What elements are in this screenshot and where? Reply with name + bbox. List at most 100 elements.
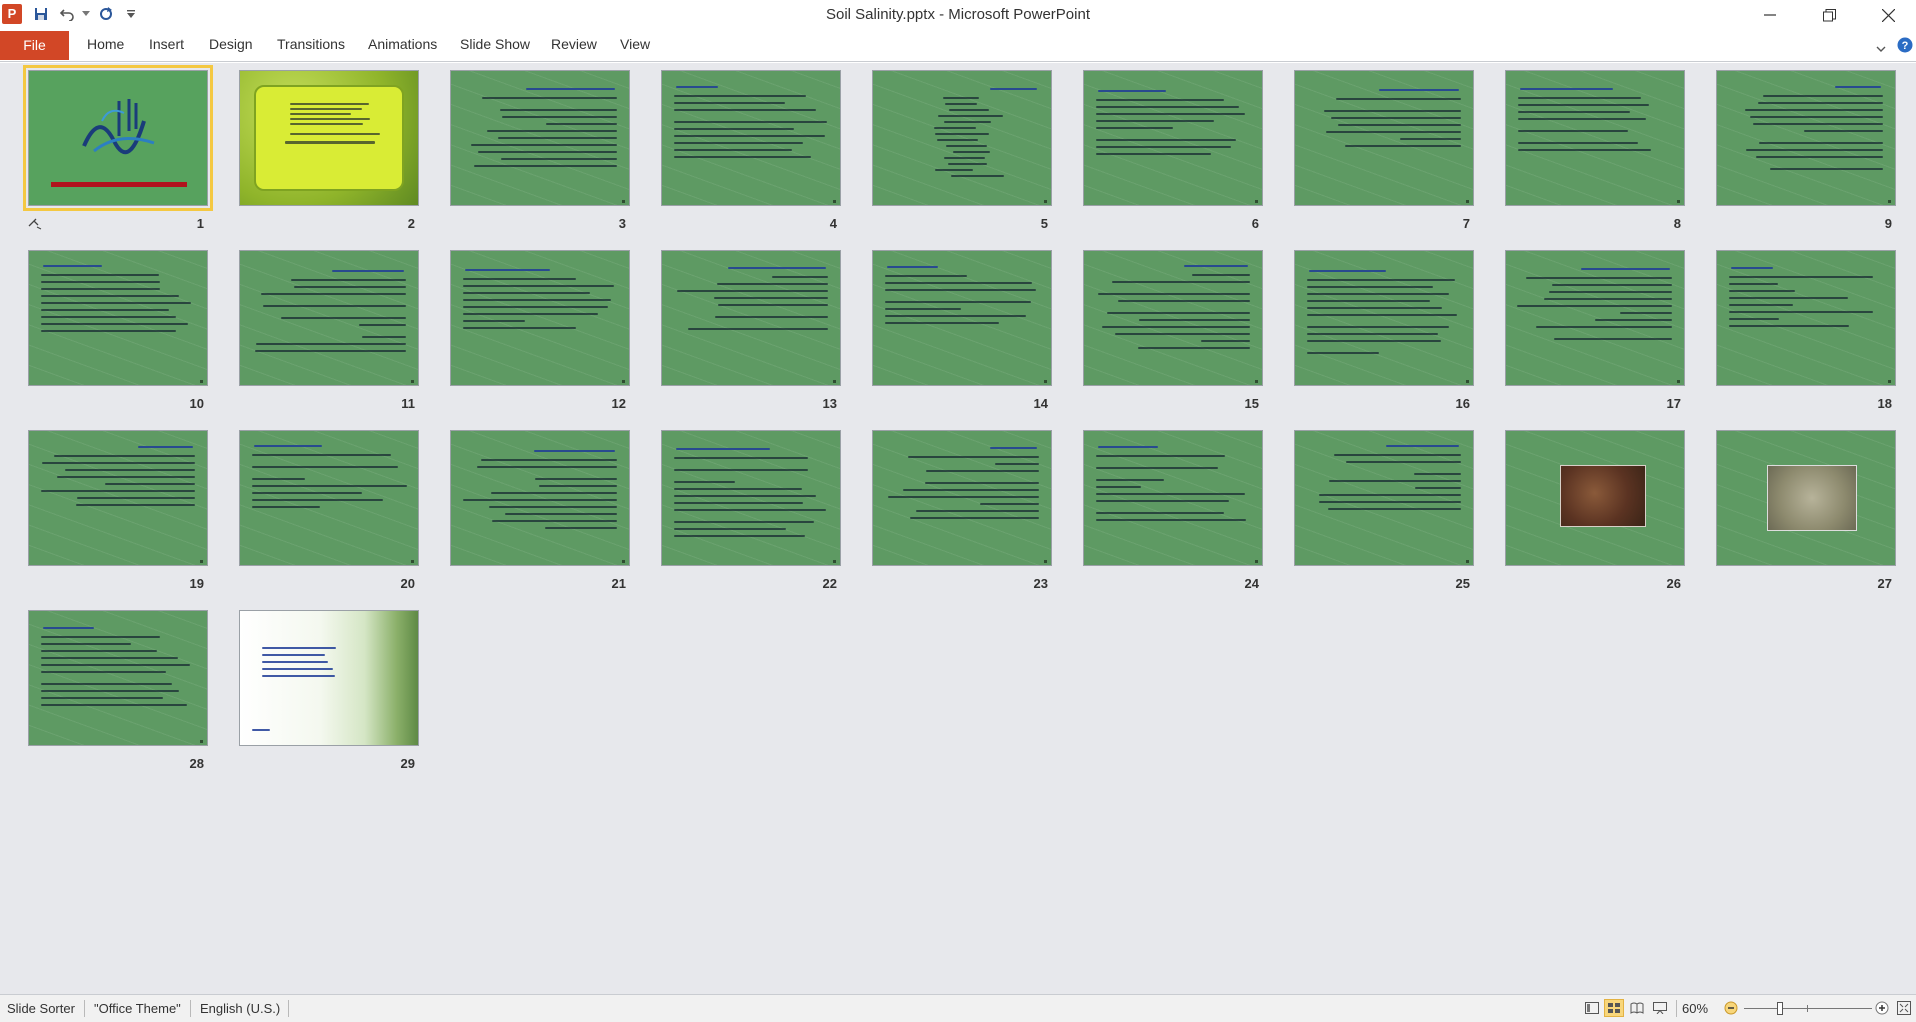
slide-text-line [41,330,177,332]
slide-number: 2 [407,216,415,231]
slide-number: 26 [1666,576,1681,591]
help-icon[interactable]: ? [1897,37,1913,58]
slide-text-line [41,295,180,297]
tab-design[interactable]: Design [209,36,253,52]
slide-text-line [980,503,1039,505]
slide-thumbnail[interactable] [239,610,419,746]
fit-to-window-icon[interactable] [1894,999,1914,1017]
slide-thumbnail[interactable] [450,430,630,566]
slide-number: 12 [611,396,626,411]
slide-text-line [538,485,617,487]
slide-thumbnail[interactable] [1505,250,1685,386]
normal-view-icon[interactable] [1582,999,1602,1017]
slide-thumbnail[interactable] [872,430,1052,566]
slide-text-line [937,115,1003,117]
slide-show-view-icon[interactable] [1650,999,1670,1017]
slide-text-line [1335,98,1461,100]
slide-text-line [1096,127,1173,129]
slide-text-line [262,675,335,677]
slide-text-line [476,466,617,468]
slide-text-line [1328,480,1461,482]
tab-view[interactable]: View [620,36,650,52]
slide-thumbnail[interactable] [28,610,208,746]
slide-text-line [281,317,406,319]
reading-view-icon[interactable] [1627,999,1647,1017]
slide-text-line [262,305,406,307]
zoom-out-icon[interactable] [1721,999,1741,1017]
zoom-slider-thumb[interactable] [1777,1002,1783,1015]
slide-thumbnail[interactable] [872,70,1052,206]
slide-text-line [290,123,364,125]
slide-number: 27 [1877,576,1892,591]
slide-thumbnail[interactable] [450,70,630,206]
slide-number: 9 [1884,216,1892,231]
tab-review[interactable]: Review [551,36,597,52]
close-icon[interactable] [1861,0,1915,30]
slide-text-line [41,650,158,652]
slide-heading [728,267,826,269]
slide-text-line [674,495,817,497]
zoom-in-icon[interactable] [1872,999,1892,1017]
slide-thumbnail[interactable] [23,65,213,211]
tab-slide-show[interactable]: Slide Show [460,36,530,52]
slide-number: 17 [1666,396,1681,411]
slide-thumbnail[interactable] [872,250,1052,386]
slide-text-line [41,683,172,685]
slide-thumbnail[interactable] [1505,430,1685,566]
slide-text-line [504,513,617,515]
slide-text-line [713,297,828,299]
zoom-level-label[interactable]: 60% [1682,1001,1708,1016]
slide-thumbnail[interactable] [1294,250,1474,386]
slide-text-line [1096,493,1246,495]
restore-icon[interactable] [1802,0,1856,30]
slide-thumbnail[interactable] [1716,430,1896,566]
slide-text-line [1307,307,1442,309]
slide-text-line [1117,300,1250,302]
slide-thumbnail[interactable] [1294,430,1474,566]
slide-text-line [1729,318,1780,320]
minimize-ribbon-icon[interactable] [1876,40,1886,58]
slide-text-line [1803,130,1883,132]
slide-thumbnail[interactable] [1083,70,1263,206]
slide-sorter-view-icon[interactable] [1604,999,1624,1017]
slide-thumbnail[interactable] [239,250,419,386]
tab-transitions[interactable]: Transitions [277,36,345,52]
slide-thumbnail[interactable] [239,70,419,206]
tab-file[interactable]: File [0,31,69,60]
slide-thumbnail[interactable] [1505,70,1685,206]
slide-heading [1731,267,1774,269]
slide-text-line [1307,286,1434,288]
tab-animations[interactable]: Animations [368,36,437,52]
slide-thumbnail[interactable] [661,250,841,386]
slide-thumbnail[interactable] [1716,250,1896,386]
slide-text-line [674,95,807,97]
slide-thumbnail[interactable] [1083,250,1263,386]
slide-text-line [1753,123,1883,125]
slide-thumbnail[interactable] [28,430,208,566]
language-label[interactable]: English (U.S.) [200,1001,280,1016]
minimize-icon[interactable] [1743,0,1797,30]
tab-insert[interactable]: Insert [149,36,184,52]
slide-thumbnail[interactable] [239,430,419,566]
slide-text-line [1756,156,1883,158]
slide-text-line [41,281,160,283]
slide-sorter-pane[interactable]: 1 2 3 4 5 6 7 8 9 10 11 12 13 14 15 16 17 18 19 20 21 22 23 24 2… [0,63,1916,994]
slide-thumbnail[interactable] [1083,430,1263,566]
slide-text-line [916,510,1039,512]
slide-text-line [463,327,577,329]
slide-transition-icon[interactable] [28,218,42,233]
slide-number: 4 [829,216,837,231]
zoom-slider[interactable] [1744,1002,1872,1015]
slide-number: 29 [400,756,415,771]
slide-thumbnail[interactable] [28,250,208,386]
slide-heading [43,265,103,267]
theme-name-label[interactable]: "Office Theme" [94,1001,181,1016]
slide-text-line [1138,319,1250,321]
tab-home[interactable]: Home [87,36,124,52]
slide-thumbnail[interactable] [1716,70,1896,206]
slide-thumbnail[interactable] [450,250,630,386]
slide-thumbnail[interactable] [661,70,841,206]
slide-thumbnail[interactable] [1294,70,1474,206]
slide-thumbnail[interactable] [661,430,841,566]
slide-text-line [674,121,828,123]
